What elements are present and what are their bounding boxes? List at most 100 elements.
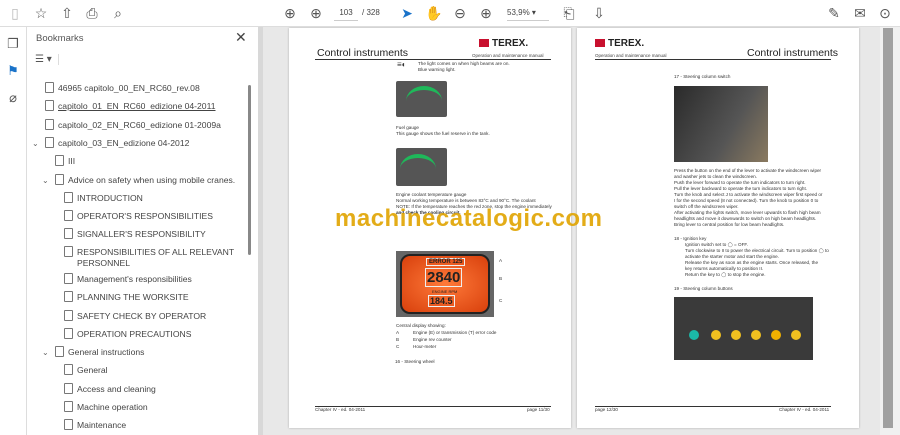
search-icon[interactable]: ⌕ (109, 4, 127, 22)
bookmark-icon (64, 364, 73, 375)
bookmark-item[interactable]: capitolo_02_EN_RC60_edizione 01-2009a (45, 119, 221, 131)
display-caption: Central display showing: (396, 323, 446, 328)
bookmark-page-icon (45, 100, 54, 111)
bookmark-item[interactable]: Management's responsibilities (64, 273, 192, 285)
sign-icon[interactable]: ✎ (825, 4, 843, 22)
footer-left: page 12/30 (595, 407, 618, 412)
next-page-icon[interactable]: ⊕ (307, 4, 325, 22)
bookmark-icon (64, 328, 73, 339)
bookmark-item[interactable]: PLANNING THE WORKSITE (64, 291, 189, 303)
scroll-mode-icon[interactable]: ⇩ (590, 4, 608, 22)
print-icon[interactable]: ⎙ (83, 4, 101, 22)
toolbar: ▯ ☆ ⇧ ⎙ ⌕ ⊕ ⊕ 103 / 328 ➤ ✋ ⊖ ⊕ 53,9% ▾ … (0, 0, 900, 27)
bookmark-icon (64, 401, 73, 412)
bookmark-label: SIGNALLER'S RESPONSIBILITY (77, 229, 206, 239)
left-rail: ❐ ⚑ ⌀ (0, 27, 27, 435)
bookmark-icon (55, 346, 64, 357)
zoom-out-icon[interactable]: ⊖ (451, 4, 469, 22)
watermark: machinecatalogic.com (335, 205, 603, 232)
header-rule (595, 59, 831, 60)
item-17-text: Press the button on the end of the lever… (674, 168, 823, 227)
terex-logo: TEREX. (479, 38, 528, 49)
bookmark-item[interactable]: III (55, 155, 76, 167)
bookmark-label: General instructions (68, 347, 145, 357)
bookmark-label: capitolo_02_EN_RC60_edizione 01-2009a (58, 120, 221, 130)
bookmark-item[interactable]: SIGNALLER'S RESPONSIBILITY (64, 228, 206, 240)
bookmark-icon (64, 310, 73, 321)
bookmark-star-icon[interactable]: ☆ (32, 4, 50, 22)
bookmark-item[interactable]: OPERATOR'S RESPONSIBILITIES (64, 210, 213, 222)
bookmark-icon (64, 192, 73, 203)
bookmark-item[interactable]: INTRODUCTION (64, 192, 143, 204)
bookmark-icon (55, 155, 64, 166)
bookmark-icon (55, 174, 64, 185)
bookmark-icon (64, 419, 73, 430)
rpm-value: 2840 (425, 268, 463, 287)
bookmark-icon (64, 291, 73, 302)
hand-tool-icon[interactable]: ✋ (425, 4, 443, 22)
bookmarks-panel: Bookmarks ✕ ☰ ▾ 46965 capitolo_00_EN_RC6… (27, 27, 258, 435)
select-cursor-icon[interactable]: ➤ (398, 4, 416, 22)
previous-page-icon[interactable]: ⊕ (281, 4, 299, 22)
chevron-down-icon[interactable]: ⌄ (32, 138, 39, 149)
bookmarks-icon[interactable]: ⚑ (5, 63, 21, 79)
light-text: The light comes on when high beams are o… (418, 61, 510, 72)
bookmark-item[interactable]: RESPONSIBILITIES OF ALL RELEVANT PERSONNE… (64, 246, 234, 269)
steering-switch-photo (674, 86, 768, 162)
attachment-icon[interactable]: ⌀ (5, 90, 21, 106)
fuel-gauge-caption: Fuel gauge This gauge shows the fuel rese… (396, 125, 490, 136)
page-thumbnails-icon[interactable]: ❐ (5, 36, 21, 52)
bookmark-label: III (68, 156, 76, 166)
bookmark-icon (64, 246, 73, 257)
item-19: 19 - Steering column buttons (674, 286, 733, 291)
callout-c: C (499, 298, 503, 303)
save-icon[interactable]: ▯ (6, 4, 24, 22)
bookmark-icon (64, 210, 73, 221)
bookmark-item[interactable]: ⌄ General instructions (42, 346, 145, 358)
bookmarks-scrollbar[interactable] (248, 85, 251, 255)
page-subtitle: Operation and maintenance manual (472, 53, 544, 58)
page-total: / 328 (362, 8, 380, 17)
header-rule (315, 59, 551, 60)
bookmark-item[interactable]: SAFETY CHECK BY OPERATOR (64, 310, 206, 322)
item-17: 17 - Steering column switch (674, 74, 731, 79)
bookmark-item[interactable]: General (64, 364, 108, 376)
close-icon[interactable]: ✕ (235, 29, 247, 46)
zoom-in-icon[interactable]: ⊕ (477, 4, 495, 22)
bookmark-item[interactable]: OPERATION PRECAUTIONS (64, 328, 191, 340)
bookmark-label: PERSONNEL (77, 258, 131, 268)
zoom-level: 53,9% (507, 8, 530, 17)
bookmark-item[interactable]: Access and cleaning (64, 383, 156, 395)
add-user-icon[interactable]: ⊙ (876, 4, 894, 22)
bookmark-label: General (77, 365, 108, 375)
bookmark-label: INTRODUCTION (77, 193, 143, 203)
zoom-level-select[interactable]: 53,9% ▾ (507, 5, 549, 21)
column-buttons-photo (674, 297, 813, 360)
bookmark-item[interactable]: ⌄ capitolo_03_EN_edizione 04-2012 (32, 137, 190, 149)
bookmark-item[interactable]: Maintenance (64, 419, 127, 431)
bookmark-options-button[interactable]: ☰ ▾ (35, 54, 59, 65)
right-page: TEREX. Operation and maintenance manual … (577, 28, 859, 428)
page-number-input[interactable]: 103 (334, 5, 358, 21)
bookmark-page-icon (45, 82, 54, 93)
mail-icon[interactable]: ✉ (851, 4, 869, 22)
bookmark-item[interactable]: Machine operation (64, 401, 148, 413)
page-fit-icon[interactable]: ⎗ (560, 4, 578, 22)
bookmark-item[interactable]: ⌄ Advice on safety when using mobile cran… (42, 174, 235, 186)
bookmark-label: Machine operation (77, 402, 148, 412)
bookmark-item[interactable]: 46965 capitolo_00_EN_RC60_rev.08 (45, 82, 200, 94)
chevron-down-icon[interactable]: ⌄ (42, 175, 49, 186)
page-heading: Control instruments (747, 47, 839, 59)
legend-key: C (396, 344, 400, 349)
bookmark-page-icon (45, 119, 54, 130)
chevron-down-icon[interactable]: ⌄ (42, 347, 49, 358)
bookmark-label: Management's responsibilities (77, 274, 192, 284)
bookmark-label: Maintenance (77, 420, 127, 430)
bookmark-item[interactable]: capitolo_01_EN_RC60_edizione 04-2011 (45, 100, 216, 112)
bookmark-icon (64, 228, 73, 239)
upload-cloud-icon[interactable]: ⇧ (58, 4, 76, 22)
legend-value: Hour-meter (413, 344, 437, 349)
footer-right: Chapter IV - ed. 04-2011 (779, 407, 830, 412)
document-scrollbar-thumb[interactable] (883, 28, 893, 428)
bookmark-label: capitolo_03_EN_edizione 04-2012 (58, 138, 190, 148)
